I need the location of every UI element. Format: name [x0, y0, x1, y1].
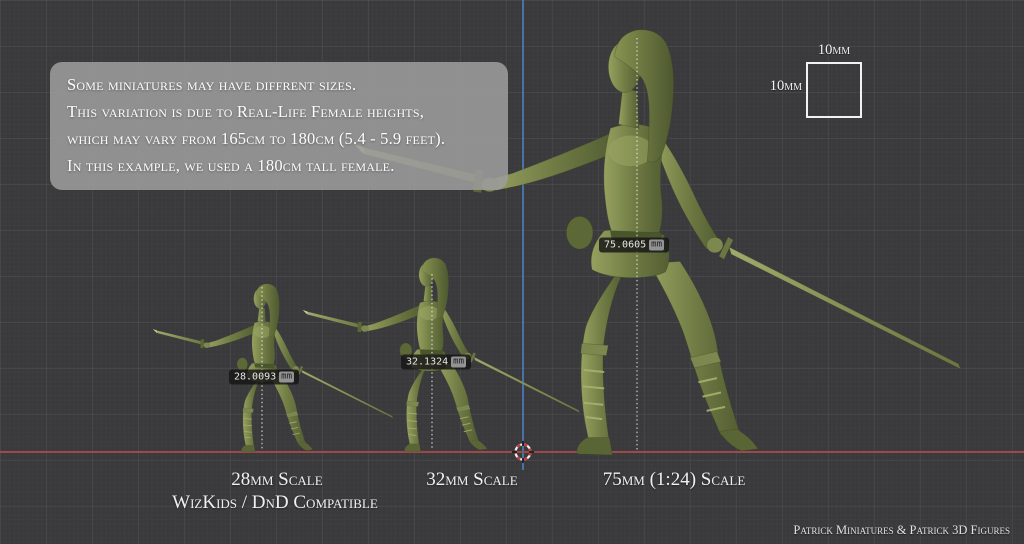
- info-line-3: which may vary from 165cm to 180cm (5.4 …: [67, 125, 491, 152]
- reference-square-side-label: 10mm: [752, 78, 802, 95]
- scale-title-75mm: 75mm (1:24) Scale: [544, 469, 804, 491]
- measurement-unit: mm: [451, 357, 466, 368]
- 3d-cursor-icon: [512, 441, 534, 463]
- credit-text: Patrick Miniatures & Patrick 3D Figures: [690, 523, 1010, 538]
- info-line-2: This variation is due to Real-Life Femal…: [67, 98, 491, 125]
- scale-title-32mm: 32mm Scale: [372, 469, 572, 491]
- measurement-label-75mm: 75.0605 mm: [599, 238, 669, 253]
- info-line-1: Some miniatures may have diffrent sizes.: [67, 71, 491, 98]
- measurement-value: 28.0093: [234, 372, 276, 383]
- scale-subtitle-28mm: WizKids / DnD Compatible: [125, 492, 425, 514]
- miniature-figure-28mm[interactable]: [153, 284, 393, 452]
- measurement-unit: mm: [279, 372, 294, 383]
- measurement-unit: mm: [649, 240, 664, 251]
- measurement-value: 75.0605: [604, 240, 646, 251]
- measurement-value: 32.1324: [406, 357, 448, 368]
- 3d-viewport[interactable]: Some miniatures may have diffrent sizes.…: [0, 0, 1024, 544]
- measurement-label-28mm: 28.0093 mm: [229, 370, 299, 385]
- reference-square-top-label: 10mm: [806, 42, 862, 59]
- info-line-4: In this example, we used a 180cm tall fe…: [67, 152, 491, 179]
- info-box: Some miniatures may have diffrent sizes.…: [50, 62, 508, 190]
- scale-title-28mm: 28mm Scale: [177, 469, 377, 491]
- measurement-label-32mm: 32.1324 mm: [401, 355, 471, 370]
- reference-square-10mm: [806, 62, 862, 118]
